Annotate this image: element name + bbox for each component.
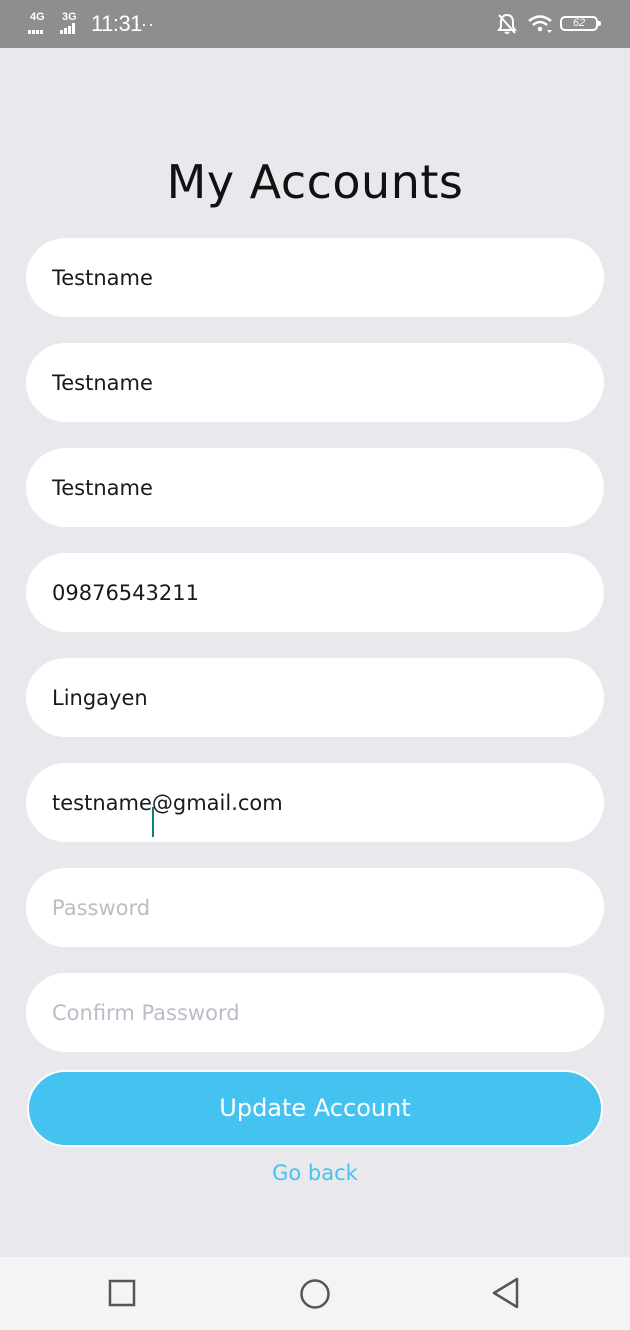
field-value: 09876543211: [52, 580, 199, 605]
more-notifications-indicator: ···: [134, 14, 155, 34]
field-value: testname @gmail.com: [52, 790, 283, 837]
field-value: Testname: [52, 475, 153, 500]
update-account-button[interactable]: Update Account: [27, 1070, 603, 1147]
email-field[interactable]: testname @gmail.com: [26, 763, 604, 842]
field-placeholder: Password: [52, 895, 151, 920]
battery-level: 62: [572, 17, 586, 29]
battery-icon: 62: [560, 16, 601, 31]
home-icon[interactable]: [299, 1278, 331, 1310]
back-icon[interactable]: [490, 1276, 522, 1310]
bell-off-icon: [497, 13, 517, 34]
password-field[interactable]: Password: [26, 868, 604, 947]
recent-apps-icon[interactable]: [108, 1279, 136, 1307]
field-value-after-cursor: @gmail.com: [151, 790, 283, 815]
system-nav-bar: [0, 1257, 630, 1330]
field-placeholder: Confirm Password: [52, 1000, 240, 1025]
phone-field[interactable]: 09876543211: [26, 553, 604, 632]
page-title: My Accounts: [166, 155, 464, 209]
field-value-before-cursor: testname: [52, 790, 152, 815]
text-cursor: [151, 806, 154, 837]
field-value: Lingayen: [52, 685, 148, 710]
status-bar: 4G 3G 11:31 ··· 62: [0, 0, 630, 48]
go-back-link[interactable]: Go back: [0, 1158, 630, 1188]
signal-icon: 4G: [28, 12, 54, 34]
field-value: Testname: [52, 370, 153, 395]
confirm-password-field[interactable]: Confirm Password: [26, 973, 604, 1052]
first-name-field[interactable]: Testname: [26, 238, 604, 317]
middle-name-field[interactable]: Testname: [26, 343, 604, 422]
signal-icon: 3G: [60, 12, 86, 34]
field-value: Testname: [52, 265, 153, 290]
wifi-icon: [528, 15, 552, 33]
last-name-field[interactable]: Testname: [26, 448, 604, 527]
address-field[interactable]: Lingayen: [26, 658, 604, 737]
